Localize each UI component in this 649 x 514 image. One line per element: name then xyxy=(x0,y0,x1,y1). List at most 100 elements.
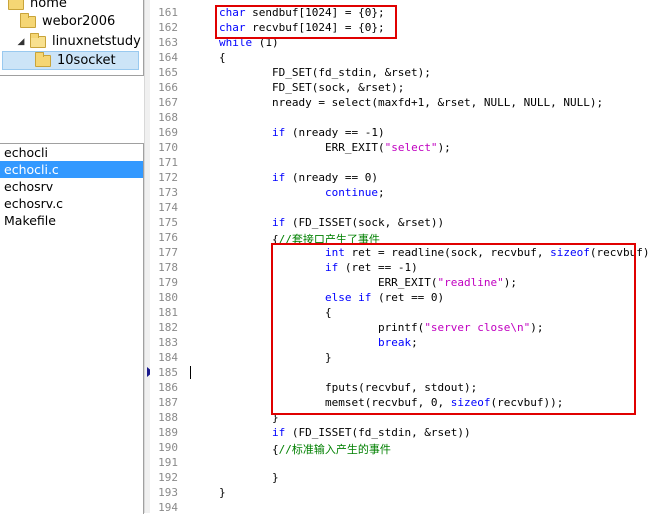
code-line[interactable]: 182 printf("server close\n"); xyxy=(150,321,649,336)
code-line[interactable]: 162 char recvbuf[1024] = {0}; xyxy=(150,21,649,36)
expander-icon[interactable]: ◢ xyxy=(16,37,26,47)
line-number: 177 xyxy=(158,246,178,259)
code-text: { xyxy=(219,306,332,319)
code-line[interactable]: 184 } xyxy=(150,351,649,366)
file-item-makefile[interactable]: Makefile xyxy=(0,212,143,229)
code-line[interactable]: 186 fputs(recvbuf, stdout); xyxy=(150,381,649,396)
file-item-echosrv[interactable]: echosrv xyxy=(0,178,143,195)
file-item-echocli-c[interactable]: echocli.c xyxy=(0,161,143,178)
line-number: 171 xyxy=(158,156,178,169)
code-line[interactable]: 175 if (FD_ISSET(sock, &rset)) xyxy=(150,216,649,231)
line-number: 175 xyxy=(158,216,178,229)
code-string: "readline" xyxy=(437,276,504,289)
code-line[interactable]: 185 xyxy=(150,366,649,381)
code-text: fputs(recvbuf, stdout); xyxy=(219,381,477,394)
code-token: FD_SET(sock, &rset); xyxy=(219,81,405,94)
code-token: ; xyxy=(411,336,418,349)
line-number: 162 xyxy=(158,21,178,34)
code-line[interactable]: 192 } xyxy=(150,471,649,486)
code-line[interactable]: 173 continue; xyxy=(150,186,649,201)
code-line[interactable]: 193} xyxy=(150,486,649,501)
code-line[interactable]: 166 FD_SET(sock, &rset); xyxy=(150,81,649,96)
file-item-echosrv-c[interactable]: echosrv.c xyxy=(0,195,143,212)
code-text: memset(recvbuf, 0, sizeof(recvbuf)); xyxy=(219,396,563,409)
code-line[interactable]: 168 xyxy=(150,111,649,126)
code-line[interactable]: 178 if (ret == -1) xyxy=(150,261,649,276)
code-line[interactable]: 164 { xyxy=(150,51,649,66)
code-text: } xyxy=(219,486,226,499)
code-line[interactable]: 183 break; xyxy=(150,336,649,351)
code-keyword: if xyxy=(271,171,286,184)
code-line[interactable]: 165 FD_SET(fd_stdin, &rset); xyxy=(150,66,649,81)
code-line[interactable]: 188 } xyxy=(150,411,649,426)
file-item-echocli[interactable]: echocli xyxy=(0,144,143,161)
code-editor[interactable]: 161 char sendbuf[1024] = {0}; 162 char recv… xyxy=(150,0,649,513)
code-line[interactable]: 180 else if (ret == 0) xyxy=(150,291,649,306)
code-string: "select" xyxy=(384,141,438,154)
tree-item-label: linuxnetstudy xyxy=(52,34,141,49)
code-text: } xyxy=(219,411,279,424)
code-token: recvbuf[1024] = {0}; xyxy=(245,21,385,34)
code-token: (FD_ISSET(sock, &rset)) xyxy=(285,216,445,229)
code-line[interactable]: 170 ERR_EXIT("select"); xyxy=(150,141,649,156)
tree-item-label: home xyxy=(30,0,67,11)
code-keyword: if xyxy=(271,426,286,439)
code-line[interactable]: 172 if (nready == 0) xyxy=(150,171,649,186)
line-number: 161 xyxy=(158,6,178,19)
line-number: 192 xyxy=(158,471,178,484)
code-line[interactable]: 189 if (FD_ISSET(fd_stdin, &rset)) xyxy=(150,426,649,441)
line-number: 168 xyxy=(158,111,178,124)
code-line[interactable]: 171 xyxy=(150,156,649,171)
line-number: 172 xyxy=(158,171,178,184)
code-text: if (nready == -1) xyxy=(219,126,385,139)
line-number: 194 xyxy=(158,501,178,513)
code-token: } xyxy=(219,471,279,484)
code-text: FD_SET(sock, &rset); xyxy=(219,81,404,94)
code-keyword: char xyxy=(219,21,246,34)
code-line[interactable]: 177 int ret = readline(sock, recvbuf, si… xyxy=(150,246,649,261)
code-line[interactable]: 187 memset(recvbuf, 0, sizeof(recvbuf)); xyxy=(150,396,649,411)
code-line[interactable]: 181 { xyxy=(150,306,649,321)
code-line[interactable]: 174 xyxy=(150,201,649,216)
code-text: break; xyxy=(219,336,418,349)
code-line[interactable]: 194 xyxy=(150,501,649,513)
tree-item-10socket[interactable]: 10socket xyxy=(2,51,139,70)
code-token: memset(recvbuf, 0, xyxy=(219,396,451,409)
code-token: { xyxy=(219,233,279,246)
line-number: 169 xyxy=(158,126,178,139)
code-keyword: break xyxy=(377,336,412,349)
code-token: (nready == -1) xyxy=(285,126,385,139)
code-text: char recvbuf[1024] = {0}; xyxy=(219,21,385,34)
code-line[interactable]: 169 if (nready == -1) xyxy=(150,126,649,141)
line-number: 170 xyxy=(158,141,178,154)
code-token: (recvbuf)); xyxy=(589,246,649,259)
code-text: else if (ret == 0) xyxy=(219,291,444,304)
line-number: 188 xyxy=(158,411,178,424)
folder-open-icon xyxy=(30,32,46,48)
code-keyword: char xyxy=(219,6,246,19)
tree-item-linuxnetstudy[interactable]: ◢ linuxnetstudy xyxy=(16,32,141,51)
folder-icon xyxy=(20,12,36,28)
code-text: printf("server close\n"); xyxy=(219,321,544,334)
code-line[interactable]: 179 ERR_EXIT("readline"); xyxy=(150,276,649,291)
text-caret xyxy=(190,366,191,379)
code-line[interactable]: 176 {//套接口产生了事件 xyxy=(150,231,649,246)
code-line[interactable]: 163 while (1) xyxy=(150,36,649,51)
code-line[interactable]: 191 xyxy=(150,456,649,471)
line-number: 185 xyxy=(158,366,178,379)
folder-tree: home webor2006 ◢ linuxnetstudy 10socket xyxy=(0,0,144,76)
tree-item-label: 10socket xyxy=(57,53,116,68)
line-number: 164 xyxy=(158,51,178,64)
line-number: 163 xyxy=(158,36,178,49)
line-number: 166 xyxy=(158,81,178,94)
line-number: 165 xyxy=(158,66,178,79)
code-line[interactable]: 167 nready = select(maxfd+1, &rset, NULL… xyxy=(150,96,649,111)
code-keyword: if xyxy=(324,261,339,274)
code-line[interactable]: 190 {//标准输入产生的事件 xyxy=(150,441,649,456)
tree-item-webor2006[interactable]: webor2006 xyxy=(20,12,115,31)
line-number: 178 xyxy=(158,261,178,274)
code-comment: //标准输入产生的事件 xyxy=(278,443,391,456)
line-number: 186 xyxy=(158,381,178,394)
code-line[interactable]: 161 char sendbuf[1024] = {0}; xyxy=(150,6,649,21)
